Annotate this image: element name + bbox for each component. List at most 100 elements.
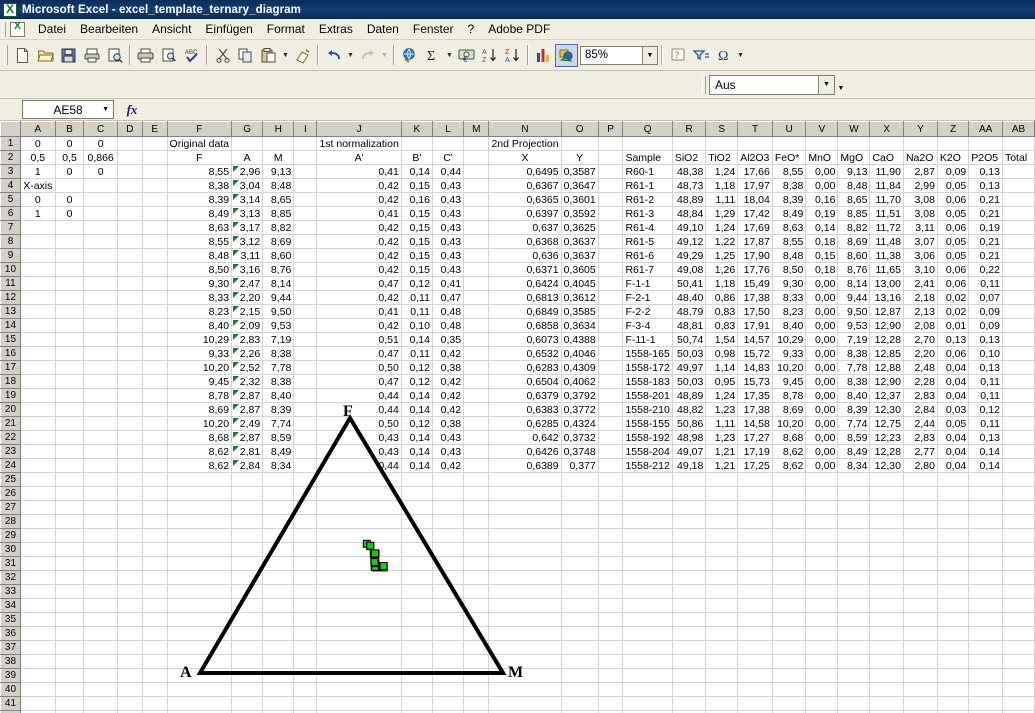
cell-A1[interactable]: 0 — [20, 136, 56, 151]
cell-T21[interactable]: 14,58 — [737, 416, 773, 431]
table-row[interactable]: 1 0 0 0 Original data 1st normalization 2nd Pr… — [0, 136, 1035, 151]
cell-I23[interactable] — [293, 444, 318, 459]
cell-L24[interactable]: 0,42 — [432, 458, 465, 473]
cell-M26[interactable] — [463, 486, 490, 501]
cell-T38[interactable] — [737, 654, 773, 669]
cell-O14[interactable]: 0,3634 — [561, 318, 599, 333]
cell-H10[interactable]: 8,76 — [262, 262, 295, 277]
cell-M15[interactable] — [463, 332, 490, 347]
cell-Q12[interactable]: F-2-1 — [622, 290, 673, 305]
row-header-25[interactable]: 25 — [0, 472, 21, 487]
cell-R6[interactable]: 48,84 — [672, 206, 707, 221]
cell-W41[interactable] — [837, 696, 871, 711]
cell-C11[interactable] — [83, 276, 118, 291]
cell-X37[interactable] — [869, 640, 904, 655]
cell-AA11[interactable]: 0,11 — [968, 276, 1003, 291]
cell-L41[interactable] — [432, 696, 465, 711]
cell-AA19[interactable]: 0,11 — [968, 388, 1003, 403]
cell-A15[interactable] — [20, 332, 56, 347]
cell-E34[interactable] — [142, 598, 168, 613]
cell-F36[interactable] — [167, 626, 233, 641]
cell-Z14[interactable]: 0,01 — [937, 318, 970, 333]
cell-Q32[interactable] — [622, 570, 673, 585]
cell-A24[interactable] — [20, 458, 56, 473]
cell-E10[interactable] — [142, 262, 168, 277]
cell-U30[interactable] — [772, 542, 807, 557]
cell-Z1[interactable] — [937, 136, 970, 151]
cell-O39[interactable] — [561, 668, 599, 683]
cell-S32[interactable] — [705, 570, 739, 585]
open-folder-icon[interactable] — [34, 44, 57, 67]
table-row[interactable]: 15 10,29 2,83 7,19 0,51 0,14 0,35 0,6073 0,4388 F… — [0, 332, 1035, 347]
copy-icon[interactable] — [234, 44, 257, 67]
cell-G36[interactable] — [231, 626, 264, 641]
cell-I24[interactable] — [293, 458, 318, 473]
cell-W3[interactable]: 9,13 — [837, 164, 871, 179]
cell-W32[interactable] — [837, 570, 871, 585]
cell-Y33[interactable] — [903, 584, 938, 599]
cell-Y15[interactable]: 2,70 — [903, 332, 938, 347]
cell-C13[interactable] — [83, 304, 118, 319]
cell-O21[interactable]: 0,4324 — [561, 416, 599, 431]
cell-F18[interactable]: 9,45 — [167, 374, 233, 389]
cell-V27[interactable] — [805, 500, 839, 515]
cell-E39[interactable] — [142, 668, 168, 683]
cell-T13[interactable]: 17,50 — [737, 304, 773, 319]
cell-V35[interactable] — [805, 612, 839, 627]
cell-Z29[interactable] — [937, 528, 970, 543]
cell-G4[interactable]: 3,04 — [231, 178, 264, 193]
cell-W27[interactable] — [837, 500, 871, 515]
cell-R7[interactable]: 49,10 — [672, 220, 707, 235]
cell-O19[interactable]: 0,3792 — [561, 388, 599, 403]
cell-Y25[interactable] — [903, 472, 938, 487]
cell-F30[interactable] — [167, 542, 233, 557]
cell-P11[interactable] — [598, 276, 624, 291]
cell-N34[interactable] — [488, 598, 562, 613]
cell-I21[interactable] — [293, 416, 318, 431]
menu-item-einfuegen[interactable]: Einfügen — [198, 20, 259, 38]
cell-E28[interactable] — [142, 514, 168, 529]
cell-U8[interactable]: 8,55 — [772, 234, 807, 249]
cell-V8[interactable]: 0,18 — [805, 234, 839, 249]
cell-H19[interactable]: 8,40 — [262, 388, 295, 403]
cell-B24[interactable] — [55, 458, 85, 473]
table-row[interactable]: 35 — [0, 612, 1035, 627]
cell-J41[interactable] — [316, 696, 402, 711]
cell-K18[interactable]: 0,12 — [401, 374, 433, 389]
cell-A29[interactable] — [20, 528, 56, 543]
cell-Q18[interactable]: 1558-183 — [622, 374, 673, 389]
cell-N11[interactable]: 0,6424 — [488, 276, 562, 291]
cell-Y40[interactable] — [903, 682, 938, 697]
cell-F41[interactable] — [167, 696, 233, 711]
cell-Z26[interactable] — [937, 486, 970, 501]
cell-A5[interactable]: 0 — [20, 192, 56, 207]
cell-J26[interactable] — [316, 486, 402, 501]
cell-P20[interactable] — [598, 402, 624, 417]
cell-V23[interactable]: 0,00 — [805, 444, 839, 459]
cell-N30[interactable] — [488, 542, 562, 557]
cell-T26[interactable] — [737, 486, 773, 501]
cell-P37[interactable] — [598, 640, 624, 655]
cell-R13[interactable]: 48,79 — [672, 304, 707, 319]
menu-bar-gripper[interactable] — [2, 21, 6, 37]
cell-AB29[interactable] — [1002, 528, 1035, 543]
cell-R14[interactable]: 48,81 — [672, 318, 707, 333]
cell-O32[interactable] — [561, 570, 599, 585]
cell-B22[interactable] — [55, 430, 85, 445]
cell-AA38[interactable] — [968, 654, 1003, 669]
cell-Y9[interactable]: 3,06 — [903, 248, 938, 263]
cell-Y13[interactable]: 2,13 — [903, 304, 938, 319]
cell-AB19[interactable] — [1002, 388, 1035, 403]
cell-AA25[interactable] — [968, 472, 1003, 487]
cell-R39[interactable] — [672, 668, 707, 683]
cell-V37[interactable] — [805, 640, 839, 655]
cell-C18[interactable] — [83, 374, 118, 389]
cell-L38[interactable] — [432, 654, 465, 669]
cell-T12[interactable]: 17,38 — [737, 290, 773, 305]
table-row[interactable]: 29 — [0, 528, 1035, 543]
cell-Q23[interactable]: 1558-204 — [622, 444, 673, 459]
cell-U24[interactable]: 8,62 — [772, 458, 807, 473]
cell-O27[interactable] — [561, 500, 599, 515]
menu-item-fenster[interactable]: Fenster — [406, 20, 461, 38]
cell-K23[interactable]: 0,14 — [401, 444, 433, 459]
